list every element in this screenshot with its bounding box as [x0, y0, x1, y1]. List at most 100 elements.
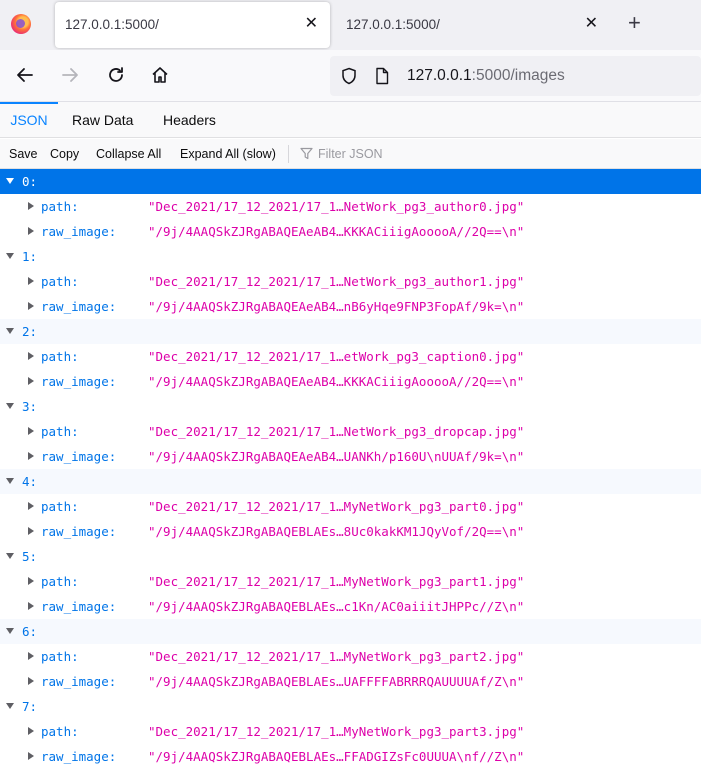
json-property-row[interactable]: path: "Dec_2021/17_12_2021/17_1…NetWork_p…	[0, 194, 701, 219]
json-item-row[interactable]: 6:	[0, 619, 701, 644]
expand-toggle-icon[interactable]	[28, 577, 34, 585]
expand-toggle-icon[interactable]	[6, 553, 14, 559]
property-value: "Dec_2021/17_12_2021/17_1…NetWork_pg3_au…	[148, 274, 525, 289]
close-tab-icon[interactable]: ✕	[585, 14, 598, 34]
property-key: path:	[41, 499, 79, 514]
home-icon[interactable]	[149, 64, 171, 86]
tab-title: 127.0.0.1:5000/	[65, 17, 159, 32]
json-property-row[interactable]: path: "Dec_2021/17_12_2021/17_1…MyNetWork…	[0, 569, 701, 594]
item-index: 5:	[22, 549, 38, 564]
json-item-row[interactable]: 5:	[0, 544, 701, 569]
json-property-row[interactable]: raw_image: "/9j/4AAQSkZJRgABAQEAeAB4…nB6y…	[0, 294, 701, 319]
json-item-row[interactable]: 2:	[0, 319, 701, 344]
expand-toggle-icon[interactable]	[28, 752, 34, 760]
property-value: "Dec_2021/17_12_2021/17_1…MyNetWork_pg3_…	[148, 574, 525, 589]
forward-arrow-icon[interactable]	[59, 64, 81, 86]
expand-toggle-icon[interactable]	[28, 502, 34, 510]
json-property-row[interactable]: path: "Dec_2021/17_12_2021/17_1…NetWork_p…	[0, 269, 701, 294]
property-key: raw_image:	[41, 599, 117, 614]
property-key: path:	[41, 199, 79, 214]
property-value: "Dec_2021/17_12_2021/17_1…MyNetWork_pg3_…	[148, 499, 525, 514]
shield-icon[interactable]	[340, 67, 358, 88]
expand-toggle-icon[interactable]	[6, 328, 14, 334]
property-value: "/9j/4AAQSkZJRgABAQEAeAB4…UANKh/p160U\nU…	[148, 449, 525, 464]
tab-headers[interactable]: Headers	[163, 102, 216, 138]
json-property-row[interactable]: raw_image: "/9j/4AAQSkZJRgABAQEAeAB4…KKKA…	[0, 219, 701, 244]
expand-all-button[interactable]: Expand All (slow)	[180, 147, 276, 161]
property-key: path:	[41, 724, 79, 739]
expand-toggle-icon[interactable]	[28, 602, 34, 610]
json-item-row[interactable]: 7:	[0, 694, 701, 719]
filter-json-input[interactable]: Filter JSON	[318, 147, 383, 161]
reload-icon[interactable]	[105, 64, 127, 86]
property-key: path:	[41, 424, 79, 439]
back-arrow-icon[interactable]	[14, 64, 36, 86]
page-icon[interactable]	[374, 67, 390, 88]
json-item-row[interactable]: 4:	[0, 469, 701, 494]
json-property-row[interactable]: raw_image: "/9j/4AAQSkZJRgABAQEBLAEs…UAFF…	[0, 669, 701, 694]
item-index: 4:	[22, 474, 38, 489]
json-property-row[interactable]: raw_image: "/9j/4AAQSkZJRgABAQEBLAEs…FFAD…	[0, 744, 701, 769]
json-property-row[interactable]: raw_image: "/9j/4AAQSkZJRgABAQEBLAEs…8Uc0…	[0, 519, 701, 544]
property-value: "/9j/4AAQSkZJRgABAQEBLAEs…8Uc0kakKM1JQyV…	[148, 524, 525, 539]
json-item-row[interactable]: 3:	[0, 394, 701, 419]
browser-tab-inactive[interactable]: 127.0.0.1:5000/ ✕	[335, 2, 610, 48]
property-key: raw_image:	[41, 674, 117, 689]
expand-toggle-icon[interactable]	[28, 227, 34, 235]
tab-strip: 127.0.0.1:5000/ ✕ 127.0.0.1:5000/ ✕ +	[0, 0, 701, 50]
browser-tab-active[interactable]: 127.0.0.1:5000/ ✕	[55, 2, 330, 48]
expand-toggle-icon[interactable]	[28, 202, 34, 210]
expand-toggle-icon[interactable]	[28, 302, 34, 310]
property-key: raw_image:	[41, 299, 117, 314]
url-text[interactable]: 127.0.0.1:5000/images	[407, 67, 565, 85]
expand-toggle-icon[interactable]	[28, 677, 34, 685]
json-property-row[interactable]: path: "Dec_2021/17_12_2021/17_1…MyNetWork…	[0, 644, 701, 669]
firefox-logo-icon[interactable]	[11, 14, 31, 34]
property-value: "/9j/4AAQSkZJRgABAQEAeAB4…nB6yHqe9FNP3Fo…	[148, 299, 525, 314]
tab-raw-data[interactable]: Raw Data	[72, 102, 133, 138]
expand-toggle-icon[interactable]	[6, 253, 14, 259]
copy-button[interactable]: Copy	[50, 147, 79, 161]
json-property-row[interactable]: path: "Dec_2021/17_12_2021/17_1…MyNetWork…	[0, 494, 701, 519]
expand-toggle-icon[interactable]	[6, 403, 14, 409]
expand-toggle-icon[interactable]	[6, 628, 14, 634]
json-item-row[interactable]: 1:	[0, 244, 701, 269]
navigation-bar: 127.0.0.1:5000/images	[0, 50, 701, 102]
expand-toggle-icon[interactable]	[28, 277, 34, 285]
tab-json[interactable]: JSON	[0, 102, 58, 138]
url-path: :5000/images	[471, 67, 565, 84]
tab-title: 127.0.0.1:5000/	[346, 17, 440, 32]
property-value: "/9j/4AAQSkZJRgABAQEAeAB4…KKKACiiigAoooo…	[148, 374, 525, 389]
property-value: "/9j/4AAQSkZJRgABAQEBLAEs…c1Kn/AC0aiiitJ…	[148, 599, 525, 614]
close-tab-icon[interactable]: ✕	[305, 14, 318, 34]
property-value: "Dec_2021/17_12_2021/17_1…MyNetWork_pg3_…	[148, 724, 525, 739]
property-key: raw_image:	[41, 449, 117, 464]
expand-toggle-icon[interactable]	[28, 352, 34, 360]
item-index: 3:	[22, 399, 38, 414]
json-property-row[interactable]: path: "Dec_2021/17_12_2021/17_1…MyNetWork…	[0, 719, 701, 744]
expand-toggle-icon[interactable]	[6, 178, 14, 184]
expand-toggle-icon[interactable]	[28, 727, 34, 735]
collapse-all-button[interactable]: Collapse All	[96, 147, 161, 161]
expand-toggle-icon[interactable]	[28, 377, 34, 385]
item-index: 1:	[22, 249, 38, 264]
expand-toggle-icon[interactable]	[6, 478, 14, 484]
json-item-row[interactable]: 0:	[0, 169, 701, 194]
toolbar-divider	[288, 145, 289, 163]
expand-toggle-icon[interactable]	[28, 652, 34, 660]
json-property-row[interactable]: path: "Dec_2021/17_12_2021/17_1…NetWork_p…	[0, 419, 701, 444]
expand-toggle-icon[interactable]	[28, 527, 34, 535]
item-index: 2:	[22, 324, 38, 339]
json-property-row[interactable]: path: "Dec_2021/17_12_2021/17_1…etWork_pg…	[0, 344, 701, 369]
json-property-row[interactable]: raw_image: "/9j/4AAQSkZJRgABAQEBLAEs…c1Kn…	[0, 594, 701, 619]
expand-toggle-icon[interactable]	[28, 427, 34, 435]
expand-toggle-icon[interactable]	[6, 703, 14, 709]
save-button[interactable]: Save	[9, 147, 38, 161]
property-key: path:	[41, 274, 79, 289]
json-property-row[interactable]: raw_image: "/9j/4AAQSkZJRgABAQEAeAB4…KKKA…	[0, 369, 701, 394]
expand-toggle-icon[interactable]	[28, 452, 34, 460]
new-tab-button[interactable]: +	[628, 11, 641, 35]
json-property-row[interactable]: raw_image: "/9j/4AAQSkZJRgABAQEAeAB4…UANK…	[0, 444, 701, 469]
url-bar[interactable]: 127.0.0.1:5000/images	[330, 56, 701, 96]
property-key: raw_image:	[41, 374, 117, 389]
